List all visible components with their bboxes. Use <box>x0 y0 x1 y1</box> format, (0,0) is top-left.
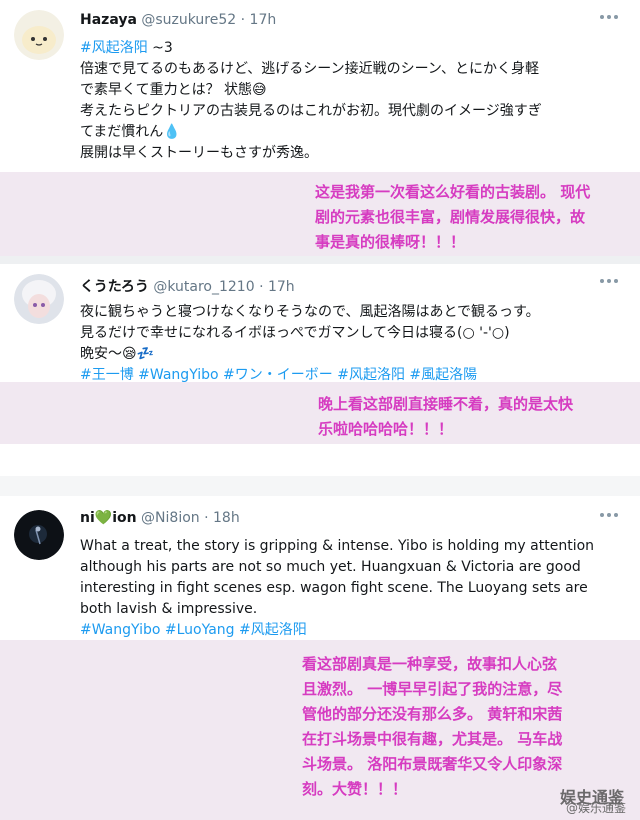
tweet-header: Hazaya @suzukure52 · 17h <box>80 12 277 28</box>
divider <box>0 476 640 496</box>
watermark-sub: @娱乐通鉴 <box>565 801 626 815</box>
author-name[interactable]: くうたろう <box>80 279 149 295</box>
tweet-text: #风起洛阳 ~3 倍速で見てるのもあるけど、逃げるシーン接近戦のシーン、とにかく… <box>80 40 542 161</box>
translation-overlay: 这是我第一次看这么好看的古装剧。 现代 剧的元素也很丰富，剧情发展得很快，故 事… <box>0 172 640 256</box>
timestamp[interactable]: 18h <box>213 510 240 526</box>
tweet-header: くうたろう @kutaro_1210 · 17h <box>80 279 295 295</box>
tweet-header: ni💚ion @Ni8ion · 18h <box>80 510 240 526</box>
avatar[interactable] <box>14 510 64 560</box>
hashtag-link[interactable]: #风起洛阳 <box>80 40 148 56</box>
author-handle[interactable]: @kutaro_1210 <box>153 279 254 295</box>
hashtag-links[interactable]: #WangYibo #LuoYang #风起洛阳 <box>80 620 625 641</box>
divider <box>0 256 640 264</box>
tweet-3[interactable]: ni💚ion @Ni8ion · 18h What a treat, the s… <box>0 498 640 820</box>
author-name[interactable]: Hazaya <box>80 12 137 28</box>
tweet-1[interactable]: Hazaya @suzukure52 · 17h #风起洛阳 ~3 倍速で見てる… <box>0 0 640 256</box>
translation-overlay: 晚上看这部剧直接睡不着，真的是太快 乐啦哈哈哈哈！！！ <box>0 382 640 444</box>
more-options-icon[interactable] <box>598 274 620 288</box>
author-name[interactable]: ni💚ion <box>80 510 137 526</box>
timestamp[interactable]: 17h <box>250 12 277 28</box>
tweet-text: What a treat, the story is gripping & in… <box>80 536 625 641</box>
more-options-icon[interactable] <box>598 508 620 522</box>
more-options-icon[interactable] <box>598 10 620 24</box>
author-handle[interactable]: @suzukure52 <box>141 12 236 28</box>
author-handle[interactable]: @Ni8ion <box>141 510 200 526</box>
avatar[interactable] <box>14 274 64 324</box>
tweet-text: 夜に観ちゃうと寝つけなくなりそうなので、風起洛陽はあとで観るっす。 見るだけで幸… <box>80 302 625 386</box>
tweet-2[interactable]: くうたろう @kutaro_1210 · 17h 夜に観ちゃうと寝つけなくなりそ… <box>0 264 640 474</box>
translation-overlay: 看这部剧真是一种享受，故事扣人心弦 且激烈。 一博早早引起了我的注意，尽 管他的… <box>0 640 640 820</box>
timestamp[interactable]: 17h <box>268 279 295 295</box>
avatar[interactable] <box>14 10 64 60</box>
